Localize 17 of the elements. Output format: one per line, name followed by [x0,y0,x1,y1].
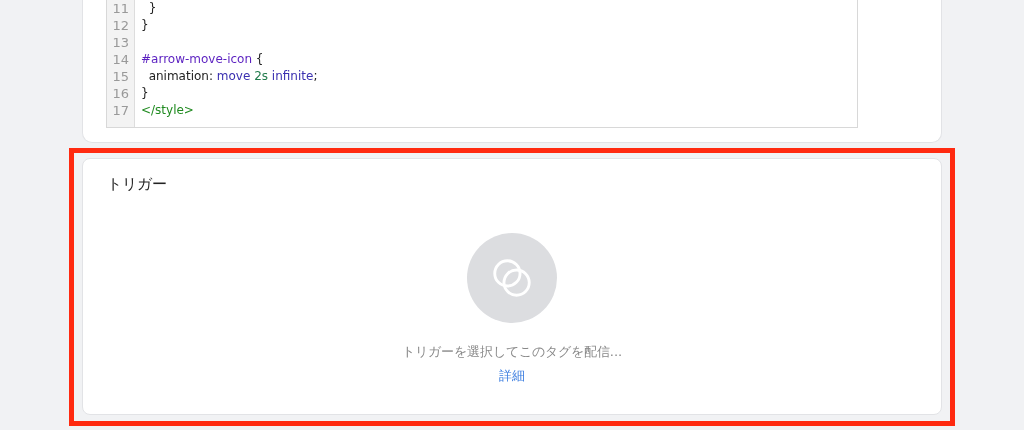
code-line: } [141,17,150,34]
code-editor[interactable]: 11 12 13 14 15 16 17 } } #arrow-move-icon { animation: move 2s infinite; } </style> [106,0,858,128]
code-line: } [147,0,158,17]
line-number: 13 [112,34,129,51]
line-number: 11 [112,0,129,17]
code-line: #arrow-move-icon { [141,51,265,68]
details-link[interactable]: 詳細 [499,367,525,385]
code-line: </style> [141,102,195,119]
line-number: 14 [112,51,129,68]
trigger-message: トリガーを選択してこのタグを配信... [401,343,623,361]
line-number: 12 [112,17,129,34]
card-title: トリガー [107,175,167,194]
line-number: 17 [112,102,129,119]
code-line: animation: move 2s infinite; [147,68,318,85]
line-number: 16 [112,85,129,102]
line-number: 15 [112,68,129,85]
code-line: } [141,85,150,102]
